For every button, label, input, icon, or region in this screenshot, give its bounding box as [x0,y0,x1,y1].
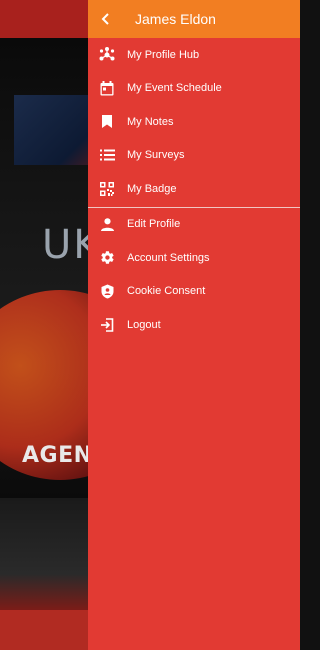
menu-item-my-profile-hub[interactable]: My Profile Hub [88,38,300,72]
menu-item-edit-profile[interactable]: Edit Profile [88,208,300,242]
drawer-header: James Eldon [88,0,300,38]
menu-item-logout[interactable]: Logout [88,308,300,342]
menu-item-cookie-consent[interactable]: Cookie Consent [88,275,300,309]
shield-user-icon [99,283,115,299]
secondary-menu: Edit Profile Account Settings Cookie Con… [88,208,300,342]
menu-item-my-notes[interactable]: My Notes [88,105,300,139]
menu-item-my-badge[interactable]: My Badge [88,172,300,206]
primary-menu: My Profile Hub My Event Schedule My Note… [88,38,300,206]
gear-icon [99,250,115,266]
navigation-drawer: James Eldon My Profile Hub My Event Sche… [88,0,300,650]
menu-item-label: Cookie Consent [127,285,206,298]
menu-item-my-event-schedule[interactable]: My Event Schedule [88,72,300,106]
list-icon [99,147,115,163]
back-button[interactable] [88,0,124,38]
menu-item-label: My Badge [127,182,177,195]
logout-icon [99,317,115,333]
qr-code-icon [99,181,115,197]
menu-item-my-surveys[interactable]: My Surveys [88,139,300,173]
bookmark-icon [99,114,115,130]
menu-item-label: Logout [127,318,161,331]
user-name-title: James Eldon [135,11,216,27]
hub-icon [99,46,115,63]
menu-item-label: Edit Profile [127,218,181,231]
menu-item-label: My Notes [127,115,174,128]
calendar-icon [99,80,115,96]
menu-item-label: Account Settings [127,251,210,264]
menu-item-account-settings[interactable]: Account Settings [88,241,300,275]
menu-item-label: My Profile Hub [127,48,200,61]
menu-item-label: My Event Schedule [127,82,222,95]
menu-item-label: My Surveys [127,149,185,162]
chevron-left-icon [101,13,109,25]
person-icon [99,216,115,232]
